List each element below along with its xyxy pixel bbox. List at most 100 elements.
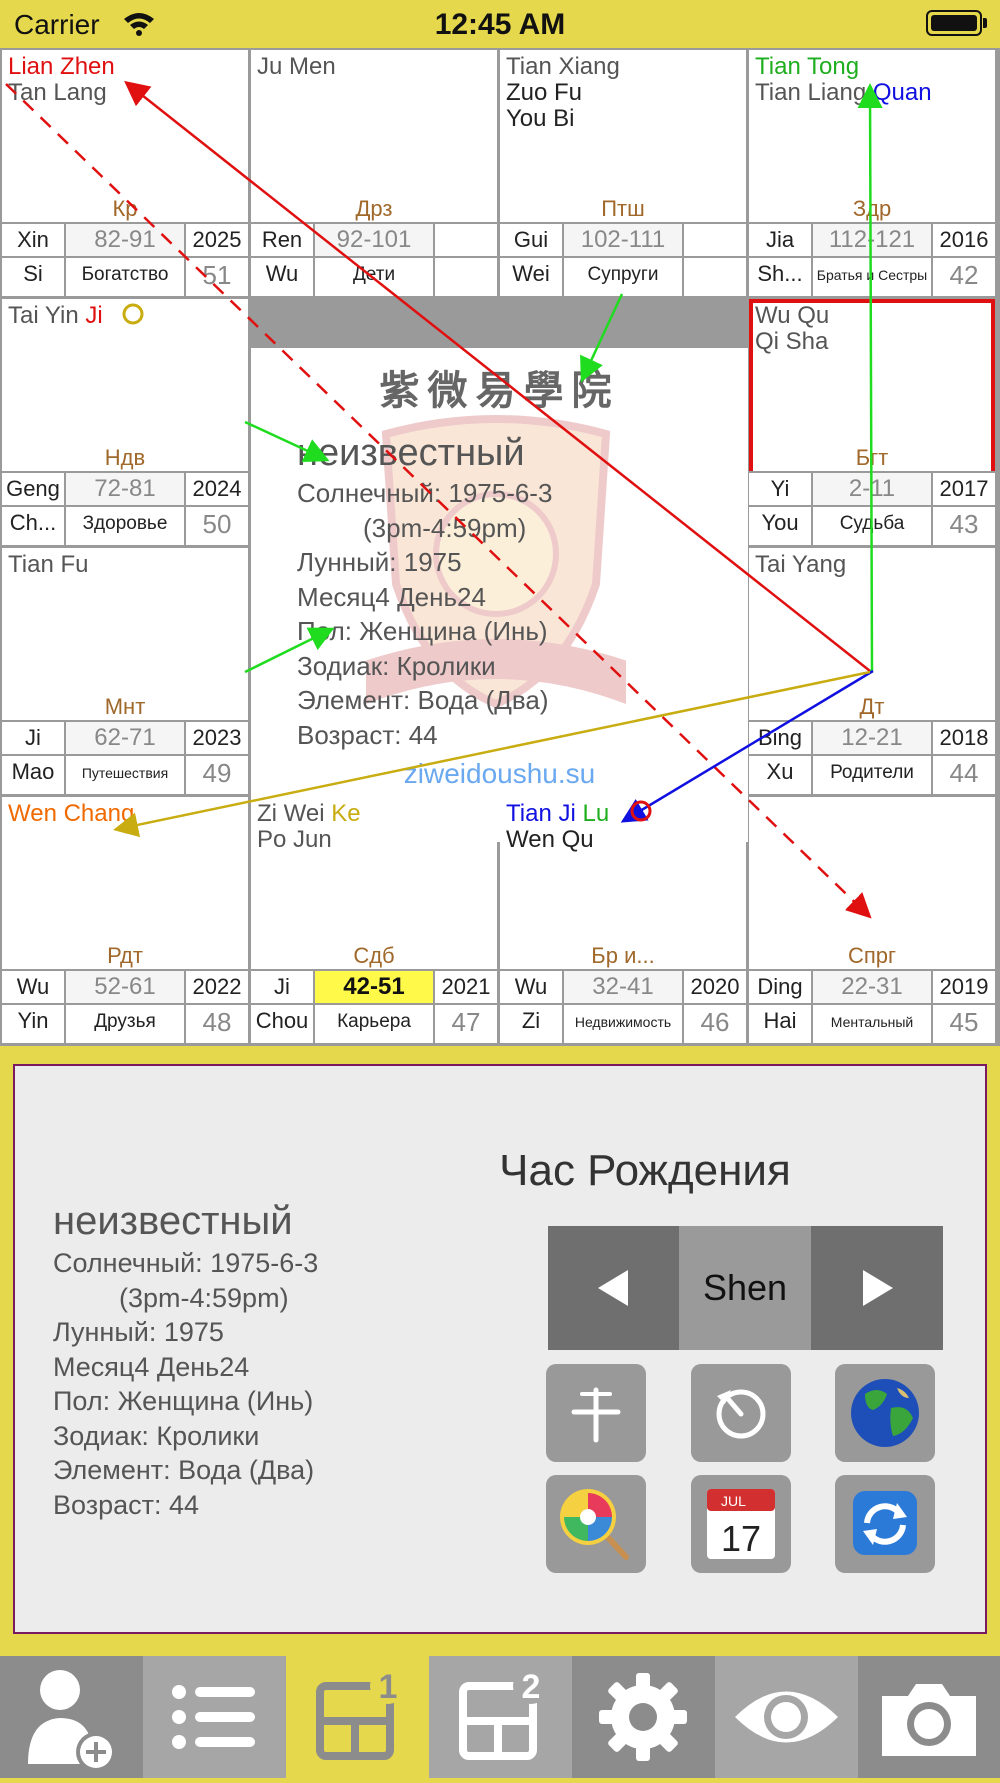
stem-top: Ding xyxy=(749,971,811,1003)
palace-chou[interactable]: Zi Wei Ke Po Jun Сдб Ji Chou 42-51 Карьера 2021… xyxy=(251,797,497,1043)
palace-you[interactable]: Wu Qu Qi Sha Бгт Yi You 2-11 Судьба 2017 43 xyxy=(749,299,995,545)
star-line: Ju Men xyxy=(257,54,336,80)
palace-info: Ji Mao 62-71 Путешествия 2023 49 xyxy=(2,720,248,794)
age-range: 92-101 xyxy=(315,224,433,256)
star-name: Wen Chang xyxy=(8,800,135,827)
palace-chen[interactable]: Tai Yin Ji Ндв Geng Ch... 72-81 Здоровье 2024 5… xyxy=(2,299,248,545)
panel-gender: Пол: Женщина (Инь) xyxy=(53,1386,314,1416)
star-line: Wen Qu xyxy=(506,827,609,853)
star-line: Zi Wei Ke xyxy=(257,801,361,827)
star-line: Tai Yang xyxy=(755,552,846,578)
status-bar: Carrier 12:45 AM xyxy=(0,0,1000,48)
star-list: Wen Chang xyxy=(8,801,134,827)
palace-zi[interactable]: Tian Ji Lu Wen Qu Бр и... Wu Zi 32-41 Недвижим… xyxy=(500,797,746,1043)
star-name: Ji xyxy=(85,302,103,329)
star-line: Tian Tong xyxy=(755,54,932,80)
age-range: 52-61 xyxy=(66,971,184,1003)
age-range: 112-121 xyxy=(813,224,931,256)
stem-top: Xin xyxy=(2,224,64,256)
pin-button[interactable] xyxy=(546,1364,646,1462)
palace-xu[interactable]: Tai Yang Дт Bing Xu 12-21 Родители 2018 44 xyxy=(749,548,995,794)
palace-yin[interactable]: Wen Chang Рдт Wu Yin 52-61 Друзья 2022 48 xyxy=(2,797,248,1043)
tab-chart-1[interactable]: 1 xyxy=(286,1656,429,1778)
branch-bottom: Xu xyxy=(749,756,811,794)
age-range: 22-31 xyxy=(813,971,931,1003)
tab-bar: 1 2 xyxy=(0,1656,1000,1778)
lunar-date: Лунный: 1975 xyxy=(297,547,462,577)
palace-info: Geng Ch... 72-81 Здоровье 2024 50 xyxy=(2,471,248,545)
palace-si[interactable]: Lian Zhen Tan Lang Кр Xin Si 82-91 Богатство 20… xyxy=(2,50,248,296)
refresh-button[interactable] xyxy=(835,1475,935,1573)
palace-year: 2022 xyxy=(186,971,248,1003)
chart-grid-icon: 1 xyxy=(316,1668,406,1760)
next-hour-button[interactable] xyxy=(811,1226,943,1350)
star-list: Tai Yin Ji xyxy=(8,303,103,329)
age-range: 32-41 xyxy=(564,971,682,1003)
star-name: Wu Qu xyxy=(755,302,830,329)
age-range: 2-11 xyxy=(813,473,931,505)
palace-age xyxy=(435,258,497,296)
palace-info: Wu Yin 52-61 Друзья 2022 48 xyxy=(2,969,248,1043)
stem-top: Ji xyxy=(2,722,64,754)
star-line: Lian Zhen xyxy=(8,54,115,80)
branch-bottom: Yin xyxy=(2,1005,64,1043)
star-name: Tian Tong xyxy=(755,53,860,80)
palace-age: 50 xyxy=(186,507,248,545)
palace-info: Ding Hai 22-31 Ментальный 2019 45 xyxy=(749,969,995,1043)
palace-mao[interactable]: Tian Fu Мнт Ji Mao 62-71 Путешествия 2023 49 xyxy=(2,548,248,794)
palace-wu[interactable]: Ju Men Дрз Ren Wu 92-101 Дети xyxy=(251,50,497,296)
branch-bottom: You xyxy=(749,507,811,545)
palace-shen[interactable]: Tian Tong Tian Liang Quan Здр Jia Sh... 112-1… xyxy=(749,50,995,296)
palace-wei[interactable]: Tian Xiang Zuo Fu You Bi Птш Gui Wei 102-111 Су… xyxy=(500,50,746,296)
stem-top: Gui xyxy=(500,224,562,256)
stem-top: Bing xyxy=(749,722,811,754)
clock-button[interactable] xyxy=(691,1364,791,1462)
refresh-icon xyxy=(853,1491,917,1555)
star-name: Quan xyxy=(872,79,932,106)
tab-add-person[interactable] xyxy=(0,1656,143,1778)
palace-age xyxy=(684,258,746,296)
palace-name: Путешествия xyxy=(66,756,184,794)
panel-lunar-date: Лунный: 1975 xyxy=(53,1317,224,1347)
branch-bottom: Mao xyxy=(2,756,64,794)
lollipop-icon xyxy=(560,1489,629,1560)
triangle-left-icon xyxy=(598,1270,628,1306)
palace-name: Друзья xyxy=(66,1005,184,1043)
palace-name: Супруги xyxy=(564,258,682,296)
lollipop-button[interactable] xyxy=(546,1475,646,1573)
panel-solar-date: Солнечный: 1975-6-3 xyxy=(53,1248,319,1278)
palace-abbr: Бр и... xyxy=(591,943,655,968)
star-line: Tian Ji Lu xyxy=(506,801,609,827)
star-list: Tian Fu xyxy=(8,552,88,578)
star-line: Qi Sha xyxy=(755,329,829,355)
star-name: Po Jun xyxy=(257,826,332,853)
lunar-month-day: Месяц4 День24 xyxy=(297,581,486,612)
star-list: Wu Qu Qi Sha xyxy=(755,303,829,355)
star-line: Tian Xiang xyxy=(506,54,620,80)
palace-info: Wu Zi 32-41 Недвижимость 2020 46 xyxy=(500,969,746,1043)
star-line: Tian Fu xyxy=(8,552,88,578)
tab-list[interactable] xyxy=(143,1656,286,1778)
eye-icon xyxy=(735,1691,838,1743)
branch-bottom: Chou xyxy=(251,1005,313,1043)
tab-settings[interactable] xyxy=(572,1656,715,1778)
calendar-button[interactable]: JUL 17 xyxy=(691,1475,791,1573)
globe-button[interactable] xyxy=(835,1364,935,1462)
star-list: Tian Tong Tian Liang Quan xyxy=(755,54,932,106)
website-link[interactable]: ziweidoushu.su xyxy=(251,758,748,790)
list-icon xyxy=(172,1685,255,1749)
tab-chart-2[interactable]: 2 xyxy=(429,1656,572,1778)
palace-hai[interactable]: Спрг Ding Hai 22-31 Ментальный 2019 45 xyxy=(749,797,995,1043)
palace-abbr: Ндв xyxy=(104,445,146,470)
star-line: Po Jun xyxy=(257,827,361,853)
palace-year xyxy=(435,224,497,256)
tab-view[interactable] xyxy=(715,1656,858,1778)
tab-camera[interactable] xyxy=(858,1656,1000,1778)
palace-year: 2016 xyxy=(933,224,995,256)
palace-name: Карьера xyxy=(315,1005,433,1043)
star-line: Wu Qu xyxy=(755,303,829,329)
add-person-icon xyxy=(28,1670,116,1772)
previous-hour-button[interactable] xyxy=(548,1226,679,1350)
stem-top: Wu xyxy=(2,971,64,1003)
panel-age: Возраст: 44 xyxy=(53,1489,200,1520)
